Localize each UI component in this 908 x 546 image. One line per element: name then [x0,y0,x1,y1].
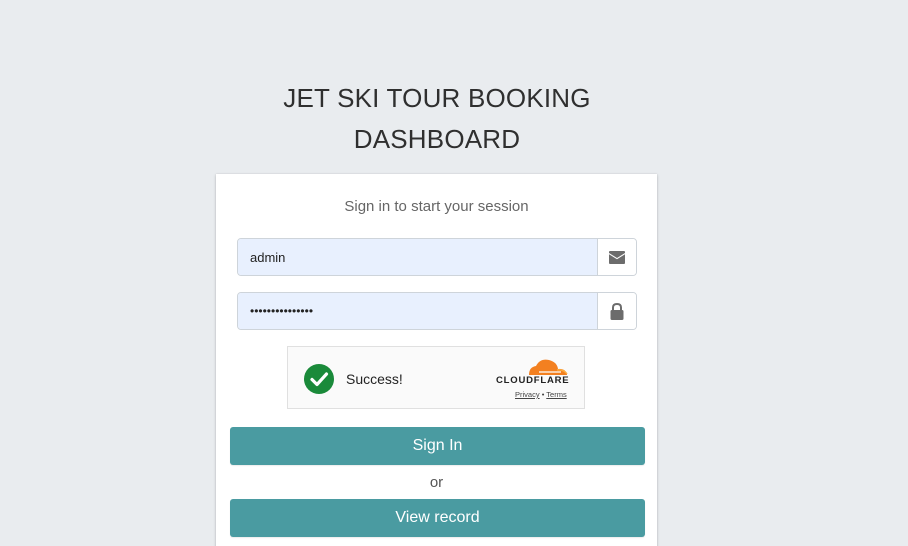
privacy-link[interactable]: Privacy [515,390,540,399]
success-check-icon [304,364,334,394]
password-input-group [237,292,637,330]
turnstile-links: Privacy • Terms [515,390,567,399]
page-title-line-1: JET SKI TOUR BOOKING [283,83,591,113]
links-separator: • [541,390,545,399]
password-input[interactable] [238,293,597,329]
login-card: Sign in to start your session admin ••••… [216,174,657,546]
sign-in-button[interactable]: Sign In [230,427,645,465]
or-separator: or [429,474,444,491]
lock-icon [597,293,636,329]
page-title-line-2: DASHBOARD [353,124,521,154]
login-page: JET SKI TOUR BOOKING DASHBOARD Sign in t… [0,0,908,546]
turnstile-status: Success! [346,371,403,387]
cloudflare-turnstile-widget[interactable]: Success! CLOUDFLARE Privacy • Terms [287,346,585,409]
terms-link[interactable]: Terms [546,390,566,399]
page-title: JET SKI TOUR BOOKING DASHBOARD [0,78,874,160]
login-subtitle: Sign in to start your session [344,198,529,215]
cloudflare-brand: CLOUDFLARE [496,375,570,386]
envelope-icon [597,239,636,275]
view-record-button[interactable]: View record [230,499,645,537]
email-input-group [237,238,637,276]
email-input[interactable] [238,239,597,275]
